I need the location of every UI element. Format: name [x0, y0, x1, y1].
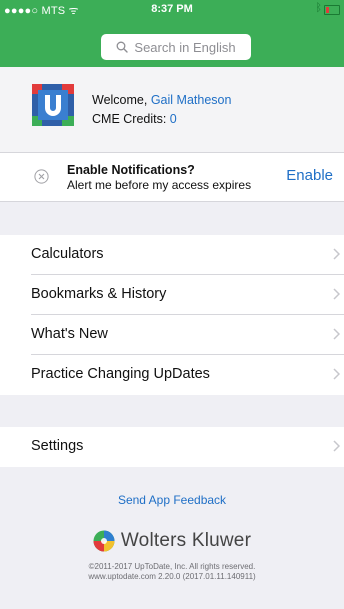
version-text: www.uptodate.com 2.20.0 (2017.01.11.1409… — [88, 572, 256, 581]
cme-label: CME Credits: — [92, 112, 170, 126]
battery-icon — [324, 5, 340, 15]
wolters-kluwer-globe-icon — [93, 530, 115, 552]
menu-item-label: What's New — [31, 326, 108, 342]
enable-notifications-button[interactable]: Enable — [286, 167, 333, 184]
status-bar: ●●●●○ MTS ᯤ 8:37 PM ᛒ — [0, 0, 344, 20]
chevron-right-icon — [333, 328, 340, 340]
send-feedback-link[interactable]: Send App Feedback — [0, 493, 344, 507]
welcome-text: Welcome, Gail Matheson — [92, 93, 231, 107]
menu-item-bookmarks-history[interactable]: Bookmarks & History — [0, 275, 344, 315]
status-time: 8:37 PM — [151, 3, 193, 15]
menu-item-whats-new[interactable]: What's New — [0, 315, 344, 355]
search-placeholder: Search in English — [134, 39, 236, 55]
chevron-right-icon — [333, 288, 340, 300]
dismiss-notification-icon[interactable] — [34, 169, 49, 184]
bluetooth-icon: ᛒ — [315, 2, 322, 14]
menu-item-label: Practice Changing UpDates — [31, 366, 210, 382]
cme-credits: CME Credits: 0 — [92, 112, 177, 126]
app-header: ●●●●○ MTS ᯤ 8:37 PM ᛒ Search in English — [0, 0, 344, 67]
chevron-right-icon — [333, 248, 340, 260]
notification-title: Enable Notifications? — [67, 163, 195, 177]
user-name-link[interactable]: Gail Matheson — [151, 93, 232, 107]
copyright-text: ©2011-2017 UpToDate, Inc. All rights res… — [88, 562, 256, 571]
notification-subtitle: Alert me before my access expires — [67, 178, 252, 192]
menu-item-label: Calculators — [31, 246, 104, 262]
menu-item-label: Settings — [31, 438, 84, 454]
search-input[interactable]: Search in English — [101, 34, 251, 60]
menu-item-calculators[interactable]: Calculators — [0, 235, 344, 275]
menu-item-practice-changing-updates[interactable]: Practice Changing UpDates — [0, 355, 344, 395]
chevron-right-icon — [333, 440, 340, 452]
menu-item-settings[interactable]: Settings — [0, 427, 344, 467]
cme-credits-value[interactable]: 0 — [170, 112, 177, 126]
brand-name: Wolters Kluwer — [120, 530, 252, 551]
chevron-right-icon — [333, 368, 340, 380]
search-icon — [116, 41, 129, 53]
uptodate-logo — [32, 84, 74, 126]
welcome-prefix: Welcome, — [92, 93, 151, 107]
menu-item-label: Bookmarks & History — [31, 286, 167, 302]
wolters-kluwer-logo: Wolters Kluwer — [0, 530, 344, 552]
